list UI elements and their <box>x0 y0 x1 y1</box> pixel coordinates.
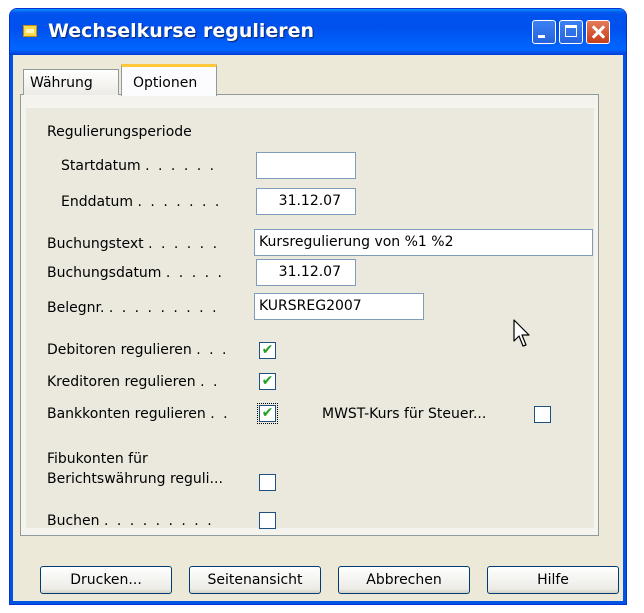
fibukonten-label-line1: Fibukonten für <box>47 451 148 467</box>
mouse-cursor-icon <box>513 319 530 347</box>
tab-waehrung[interactable]: Währung <box>23 69 119 95</box>
title-bar[interactable]: Wechselkurse regulieren <box>10 9 626 55</box>
buchungsdatum-input[interactable]: 31.12.07 <box>256 259 356 286</box>
buchungstext-label: Buchungstext . . . . . . <box>47 236 220 252</box>
buchen-checkbox[interactable] <box>259 512 276 529</box>
abbrechen-button[interactable]: Abbrechen <box>338 566 470 594</box>
bankkonten-checkbox[interactable]: ✔ <box>257 403 278 424</box>
close-button[interactable] <box>586 20 610 44</box>
belegnr-label: Belegnr. . . . . . . . . . <box>47 300 219 316</box>
enddatum-input[interactable]: 31.12.07 <box>256 188 356 215</box>
buchen-label: Buchen . . . . . . . . . <box>47 513 214 529</box>
startdatum-label: Startdatum . . . . . . <box>61 158 217 174</box>
kreditoren-checkbox[interactable]: ✔ <box>259 373 276 390</box>
window-title: Wechselkurse regulieren <box>48 20 315 42</box>
belegnr-input[interactable]: KURSREG2007 <box>254 293 424 320</box>
hilfe-button[interactable]: Hilfe <box>487 566 619 594</box>
debitoren-checkbox[interactable]: ✔ <box>259 342 276 359</box>
app-icon[interactable] <box>23 25 37 37</box>
drucken-button[interactable]: Drucken... <box>40 566 172 594</box>
maximize-button[interactable] <box>559 20 583 44</box>
tab-optionen[interactable]: Optionen <box>121 64 217 96</box>
kreditoren-label: Kreditoren regulieren . . <box>47 374 220 390</box>
debitoren-label: Debitoren regulieren . . . <box>47 342 229 358</box>
startdatum-input[interactable] <box>256 152 356 179</box>
minimize-button[interactable] <box>532 20 556 44</box>
mwst-kurs-checkbox[interactable] <box>534 406 551 423</box>
fibukonten-checkbox[interactable] <box>259 474 276 491</box>
enddatum-label: Enddatum . . . . . . . <box>61 194 222 210</box>
bankkonten-label: Bankkonten regulieren . . <box>47 406 230 422</box>
buchungsdatum-label: Buchungsdatum . . . . . <box>47 265 224 281</box>
buchungstext-input[interactable]: Kursregulierung von %1 %2 <box>254 229 593 256</box>
section-label-regulierungsperiode: Regulierungsperiode <box>47 124 192 140</box>
seitenansicht-button[interactable]: Seitenansicht <box>189 566 321 594</box>
fibukonten-label-line2: Berichtswährung reguli... <box>47 471 223 487</box>
mwst-kurs-label: MWST-Kurs für Steuer... <box>322 406 487 422</box>
